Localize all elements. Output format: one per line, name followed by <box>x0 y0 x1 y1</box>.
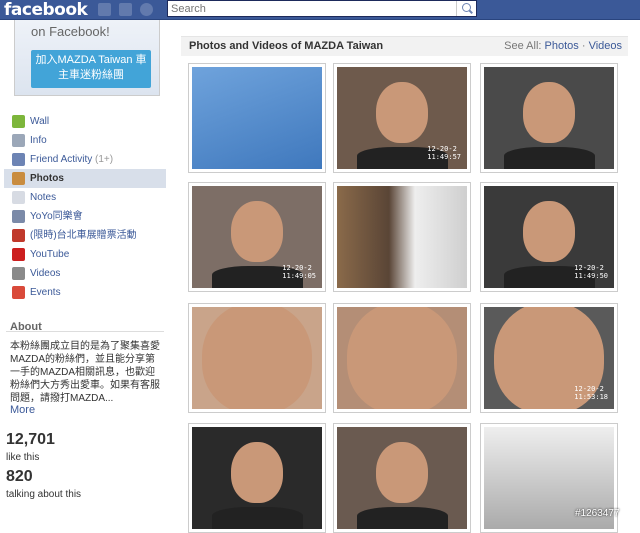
likes-label: like this <box>6 452 40 463</box>
timestamp-overlay: 12-20-2 11:49:05 <box>282 264 316 280</box>
nav-item[interactable]: Photos <box>4 169 166 188</box>
photo-thumbnail[interactable] <box>188 63 326 173</box>
talking-count: 820 <box>6 468 33 485</box>
face-shape <box>231 201 283 263</box>
face-shape <box>202 307 312 409</box>
search-box <box>167 0 477 17</box>
nav-item-label: Notes <box>30 192 57 203</box>
photo-thumbnail[interactable] <box>333 303 471 413</box>
join-fan-page-button[interactable]: 加入MAZDA Taiwan 車主車迷粉絲團 <box>31 50 151 88</box>
nav-item[interactable]: Wall <box>4 112 166 131</box>
photo-image <box>337 307 467 409</box>
notifications-icon[interactable] <box>140 3 153 16</box>
face-shape <box>376 82 428 144</box>
face-shape <box>376 442 428 504</box>
messages-icon[interactable] <box>119 3 132 16</box>
see-all: See All: Photos · Videos <box>504 40 622 52</box>
youtube-icon <box>12 248 25 261</box>
talking-label: talking about this <box>6 489 82 500</box>
nav-item-label: Wall <box>30 116 50 127</box>
nav-item[interactable]: Friend Activity (1+) <box>4 150 166 169</box>
calendar-icon <box>12 286 25 299</box>
nav-item-label: YoYo同樂會 <box>30 211 83 222</box>
nav-item-label: Events <box>30 287 61 298</box>
timestamp-overlay: 12-20-2 11:53:18 <box>574 385 608 401</box>
photo-thumbnail[interactable] <box>188 303 326 413</box>
suit-shape <box>211 506 303 529</box>
photo-image: 12-20-2 11:53:18 <box>484 307 614 409</box>
info-icon <box>12 134 25 147</box>
nav-item[interactable]: Videos <box>4 264 166 283</box>
page-nav: Wall Info Friend Activity (1+) Photos Notes Y… <box>4 112 166 302</box>
section-title: Photos and Videos of MAZDA Taiwan <box>189 40 384 52</box>
photo-image <box>337 427 467 529</box>
timestamp-overlay: 12-20-2 11:49:57 <box>427 145 461 161</box>
photo-image: 12-20-2 11:49:05 <box>192 186 322 288</box>
timestamp-overlay: 12-20-2 11:49:50 <box>574 264 608 280</box>
video-icon <box>12 267 25 280</box>
wall-icon <box>12 115 25 128</box>
app-icon <box>12 210 25 223</box>
photo-image: 12-20-2 11:49:57 <box>337 67 467 169</box>
photo-thumbnail[interactable] <box>480 63 618 173</box>
top-bar: facebook <box>0 0 640 20</box>
suit-shape <box>503 146 595 169</box>
nav-item-label: Photos <box>30 173 64 184</box>
nav-item-label: YouTube <box>30 249 70 260</box>
nav-item[interactable]: Notes <box>4 188 166 207</box>
see-all-videos-link[interactable]: Videos <box>589 40 622 52</box>
nav-item-count: (1+) <box>95 154 114 165</box>
facebook-logo[interactable]: facebook <box>4 0 88 20</box>
see-all-label: See All: <box>504 40 542 52</box>
face-shape <box>231 442 283 504</box>
nav-item-label: Info <box>30 135 47 146</box>
likes-count: 12,701 <box>6 431 55 448</box>
photo-thumbnail[interactable]: 12-20-2 11:49:05 <box>188 182 326 292</box>
photo-image: 12-20-2 11:49:50 <box>484 186 614 288</box>
promo-text: on Facebook! <box>31 24 110 39</box>
about-more-link[interactable]: More <box>10 404 35 416</box>
friend-requests-icon[interactable] <box>98 3 111 16</box>
face-shape <box>347 307 457 409</box>
section-header: Photos and Videos of MAZDA Taiwan See Al… <box>181 36 628 56</box>
friends-icon <box>12 153 25 166</box>
photo-image <box>192 427 322 529</box>
about-text: 本粉絲團成立目的是為了聚集喜愛MAZDA的粉絲們，並且能分享第一手的MAZDA相… <box>10 341 160 404</box>
nav-item-label: Friend Activity <box>30 154 93 165</box>
suit-shape <box>356 506 448 529</box>
nav-item[interactable]: YoYo同樂會 <box>4 207 166 226</box>
photo-thumbnail[interactable] <box>333 423 471 533</box>
photo-image <box>192 307 322 409</box>
about-divider <box>6 331 164 332</box>
notes-icon <box>12 191 25 204</box>
nav-item[interactable]: (限時)台北車展贈票活動 <box>4 226 166 245</box>
photo-thumbnail[interactable] <box>188 423 326 533</box>
photo-thumbnail[interactable]: 12-20-2 11:49:50 <box>480 182 618 292</box>
photo-image <box>337 186 467 288</box>
promo-box: on Facebook! 加入MAZDA Taiwan 車主車迷粉絲團 <box>14 20 160 96</box>
nav-item-label: (限時)台北車展贈票活動 <box>30 230 137 241</box>
left-sidebar: on Facebook! 加入MAZDA Taiwan 車主車迷粉絲團 Wall… <box>0 20 166 523</box>
photos-icon <box>12 172 25 185</box>
nav-item-label: Videos <box>30 268 61 279</box>
separator: · <box>581 40 586 52</box>
photo-image <box>484 67 614 169</box>
nav-item[interactable]: Events <box>4 283 166 302</box>
face-shape <box>523 82 575 144</box>
search-input[interactable] <box>168 1 454 16</box>
nav-item[interactable]: Info <box>4 131 166 150</box>
event-app-icon <box>12 229 25 242</box>
photo-thumbnail[interactable]: 12-20-2 11:49:57 <box>333 63 471 173</box>
photo-thumbnail[interactable] <box>333 182 471 292</box>
see-all-photos-link[interactable]: Photos <box>545 40 579 52</box>
watermark-id: #1263477 <box>575 508 620 519</box>
search-icon[interactable] <box>456 1 476 16</box>
photo-image <box>192 67 322 169</box>
nav-item[interactable]: YouTube <box>4 245 166 264</box>
photo-thumbnail[interactable]: 12-20-2 11:53:18 <box>480 303 618 413</box>
face-shape <box>523 201 575 263</box>
